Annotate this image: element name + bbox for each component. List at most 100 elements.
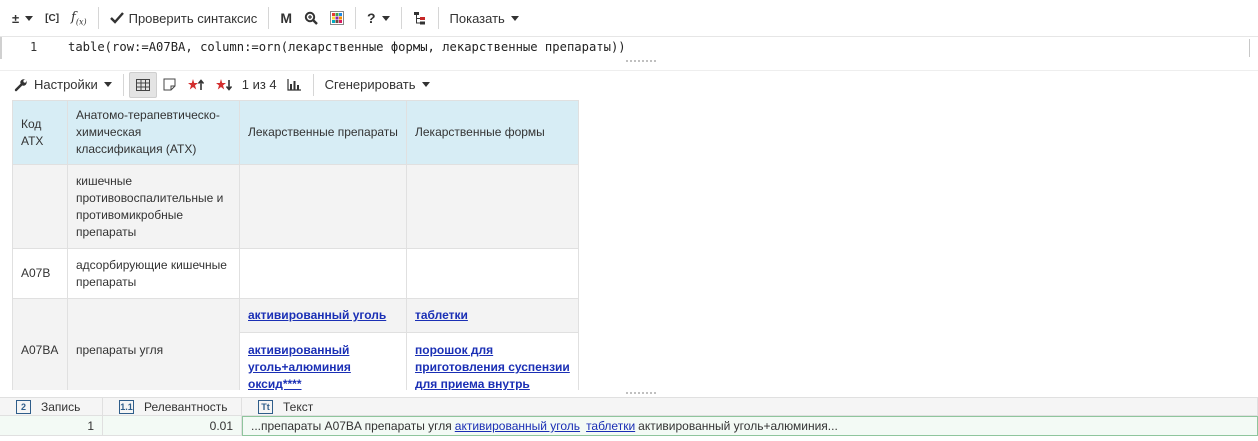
plus-minus-icon: ± xyxy=(12,10,20,26)
toolbar-divider xyxy=(97,7,99,29)
search-results: 2 Запись 1.1 Релевантность Tt Текст 1 0.… xyxy=(0,397,1258,441)
atx-table: Код АТХ Анатомо-терапевтическо-химическа… xyxy=(12,100,579,390)
cell-form: таблетки xyxy=(406,298,579,333)
table-view-button[interactable] xyxy=(128,71,157,98)
cell-form xyxy=(406,248,579,299)
settings-label: Настройки xyxy=(34,77,98,92)
star-down-icon xyxy=(215,78,232,91)
cell-classification: адсорбирующие кишечные препараты xyxy=(67,248,240,299)
cell-form: порошок для приготовления суспензии для … xyxy=(406,332,579,390)
result-text: ...препараты A07BA препараты угля активи… xyxy=(242,416,1258,436)
header-drugs[interactable]: Лекарственные препараты xyxy=(239,100,407,165)
chevron-down-icon xyxy=(103,82,112,87)
question-icon: ? xyxy=(366,10,376,26)
cell-form xyxy=(406,164,579,249)
check-syntax-button[interactable]: Проверить синтаксис xyxy=(104,5,264,31)
column-relevance[interactable]: 1.1 Релевантность xyxy=(103,398,242,415)
m-icon: M xyxy=(280,10,292,26)
header-code[interactable]: Код АТХ xyxy=(12,100,68,165)
color-grid-button[interactable] xyxy=(324,5,350,31)
result-link[interactable]: активированный уголь xyxy=(455,419,580,433)
editor-scroll-edge xyxy=(1249,39,1250,57)
table-row: кишечные противовоспалительные и противо… xyxy=(12,164,579,249)
settings-dropdown[interactable]: Настройки xyxy=(8,72,118,98)
generate-label: Сгенерировать xyxy=(324,77,416,92)
toolbar-divider xyxy=(400,7,402,29)
toolbar-divider xyxy=(122,73,124,96)
bar-chart-icon xyxy=(287,78,301,91)
document-icon xyxy=(163,78,176,91)
magnifier-icon xyxy=(304,11,318,25)
form-link[interactable]: таблетки xyxy=(415,308,468,322)
cell-drug xyxy=(239,248,407,299)
show-dropdown[interactable]: Показать xyxy=(444,5,525,31)
m-button[interactable]: M xyxy=(274,5,298,31)
column-text[interactable]: Tt Текст xyxy=(242,398,1258,415)
chevron-down-icon xyxy=(510,15,519,21)
decimal-icon: 1.1 xyxy=(119,399,134,414)
header-classification[interactable]: Анатомо-терапевтическо-химическая класси… xyxy=(67,100,240,165)
plus-minus-dropdown[interactable]: ± xyxy=(6,5,39,31)
cell-code: A07B xyxy=(12,248,68,299)
cell-drug: активированный уголь+алюминия оксид**** xyxy=(239,332,407,390)
sort-up-button[interactable] xyxy=(182,72,210,98)
cell-code: A07BA xyxy=(12,298,68,390)
cell-drug: активированный уголь xyxy=(239,298,407,333)
cell-code xyxy=(12,164,68,249)
function-icon: f(x) xyxy=(71,9,87,27)
cell-classification: кишечные противовоспалительные и противо… xyxy=(67,164,240,249)
result-toolbar: Настройки 1 из 4 Сгенерировать xyxy=(0,70,1258,98)
text-icon: Tt xyxy=(258,399,273,414)
result-record: 1 xyxy=(0,416,103,436)
drug-link[interactable]: активированный уголь xyxy=(248,308,386,322)
chevron-down-icon xyxy=(381,15,390,21)
checkmark-icon xyxy=(109,12,124,24)
resize-handle[interactable] xyxy=(626,60,656,64)
cell-drug xyxy=(239,164,407,249)
form-link[interactable]: порошок для приготовления суспензии для … xyxy=(415,343,570,390)
line-number: 1 xyxy=(30,40,38,54)
chevron-down-icon xyxy=(25,15,34,21)
card-view-button[interactable] xyxy=(157,72,182,98)
star-up-icon xyxy=(187,78,204,90)
chevron-down-icon xyxy=(421,82,430,87)
tree-icon xyxy=(413,12,425,25)
cell-classification: препараты угля xyxy=(67,298,240,390)
query-code[interactable]: table(row:=A07BA, column:=orn(лекарствен… xyxy=(68,40,626,54)
header-forms[interactable]: Лекарственные формы xyxy=(406,100,579,165)
table-header-row: Код АТХ Анатомо-терапевтическо-химическа… xyxy=(12,100,579,165)
toolbar-divider xyxy=(268,7,270,29)
table-row: A07B адсорбирующие кишечные препараты xyxy=(12,248,579,299)
toolbar-divider xyxy=(437,7,439,29)
color-grid-icon xyxy=(329,11,344,25)
show-label: Показать xyxy=(449,10,505,26)
main-toolbar: ± [C] f(x) Проверить синтаксис M ? Показ… xyxy=(0,0,1258,36)
sort-down-button[interactable] xyxy=(210,72,238,98)
zoom-button[interactable] xyxy=(298,5,324,31)
results-header: 2 Запись 1.1 Релевантность Tt Текст xyxy=(0,397,1258,416)
tree-button[interactable] xyxy=(407,5,433,31)
function-button[interactable]: f(x) xyxy=(65,5,93,31)
pager-label: 1 из 4 xyxy=(241,77,277,92)
check-syntax-label: Проверить синтаксис xyxy=(128,10,258,26)
constant-button[interactable]: [C] xyxy=(39,5,65,31)
help-dropdown[interactable]: ? xyxy=(361,5,396,31)
table-row: A07BA препараты угля активированный угол… xyxy=(12,298,579,390)
result-grid[interactable]: Код АТХ Анатомо-терапевтическо-химическа… xyxy=(0,100,1258,390)
result-row[interactable]: 1 0.01 ...препараты A07BA препараты угля… xyxy=(0,416,1258,436)
number-icon: 2 xyxy=(16,399,31,414)
brackets-icon: [C] xyxy=(45,12,60,24)
result-relevance: 0.01 xyxy=(103,416,242,436)
resize-handle[interactable] xyxy=(626,392,656,396)
column-record[interactable]: 2 Запись xyxy=(0,398,103,415)
toolbar-divider xyxy=(312,73,314,96)
editor-gutter xyxy=(0,37,6,59)
drug-link[interactable]: активированный уголь+алюминия оксид**** xyxy=(248,343,351,390)
wrench-icon xyxy=(14,78,27,91)
table-icon xyxy=(135,78,150,91)
generate-dropdown[interactable]: Сгенерировать xyxy=(319,72,436,98)
result-link[interactable]: таблетки xyxy=(586,419,635,433)
query-editor[interactable]: 1 table(row:=A07BA, column:=orn(лекарств… xyxy=(0,36,1258,59)
toolbar-divider xyxy=(354,7,356,29)
chart-button[interactable] xyxy=(281,72,308,98)
